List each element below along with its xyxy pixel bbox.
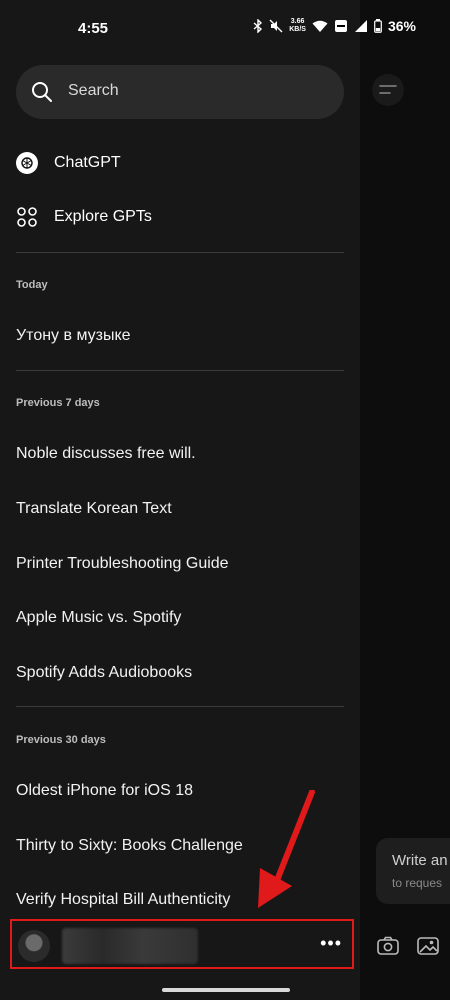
nav-label-chatgpt: ChatGPT (54, 154, 121, 171)
section-title-previous-7-days: Previous 7 days (16, 397, 100, 409)
nav-label-explore-gpts: Explore GPTs (54, 208, 152, 225)
suggestion-subtitle: to reques (392, 876, 443, 890)
chat-item[interactable]: Noble discusses free will. (16, 445, 196, 463)
divider (16, 706, 344, 707)
search-placeholder: Search (68, 82, 119, 99)
chat-item[interactable]: Printer Troubleshooting Guide (16, 555, 229, 573)
image-icon[interactable] (416, 935, 440, 957)
chat-item[interactable]: Spotify Adds Audiobooks (16, 664, 192, 682)
battery-icon (374, 19, 382, 33)
chat-item[interactable]: Apple Music vs. Spotify (16, 609, 181, 627)
section-title-today: Today (16, 279, 48, 291)
volte-icon (334, 20, 347, 32)
search-icon (32, 82, 52, 102)
blurred-username (62, 928, 198, 964)
menu-button[interactable] (372, 74, 404, 106)
chat-item[interactable]: Thirty to Sixty: Books Challenge (16, 837, 243, 855)
prompt-suggestion-card[interactable] (376, 838, 450, 904)
divider (16, 370, 344, 371)
suggestion-title: Write an (392, 852, 448, 869)
search-bar[interactable]: Search (16, 65, 344, 119)
wifi-icon (312, 20, 328, 32)
status-bar: 4:55 3.66 KB/S 36% (0, 0, 450, 56)
section-title-previous-30-days: Previous 30 days (16, 734, 106, 746)
chat-item[interactable]: Translate Korean Text (16, 500, 172, 518)
mute-icon (269, 19, 283, 33)
chatgpt-logo-icon (16, 152, 38, 174)
menu-lines-icon (379, 85, 397, 94)
nav-item-chatgpt[interactable]: ChatGPT (16, 148, 121, 178)
status-icons: 3.66 KB/S 36% (253, 18, 416, 34)
annotation-arrow (258, 790, 315, 908)
battery-percent: 36% (387, 18, 416, 34)
home-indicator[interactable] (162, 988, 290, 992)
network-speed: 3.66 KB/S (289, 18, 306, 33)
grid-icon (17, 207, 37, 227)
divider (16, 252, 344, 253)
camera-icon[interactable] (376, 935, 400, 957)
nav-item-explore-gpts[interactable]: Explore GPTs (16, 202, 152, 232)
avatar[interactable] (18, 930, 50, 962)
more-options-icon[interactable]: ••• (320, 933, 342, 954)
signal-icon (354, 20, 367, 32)
chat-item[interactable]: Oldest iPhone for iOS 18 (16, 782, 193, 800)
profile-row[interactable]: ••• (10, 919, 354, 969)
chat-item[interactable]: Verify Hospital Bill Authenticity (16, 891, 230, 909)
bluetooth-icon (253, 19, 263, 33)
status-time: 4:55 (78, 20, 109, 37)
chat-item[interactable]: Утону в музыке (16, 327, 131, 345)
